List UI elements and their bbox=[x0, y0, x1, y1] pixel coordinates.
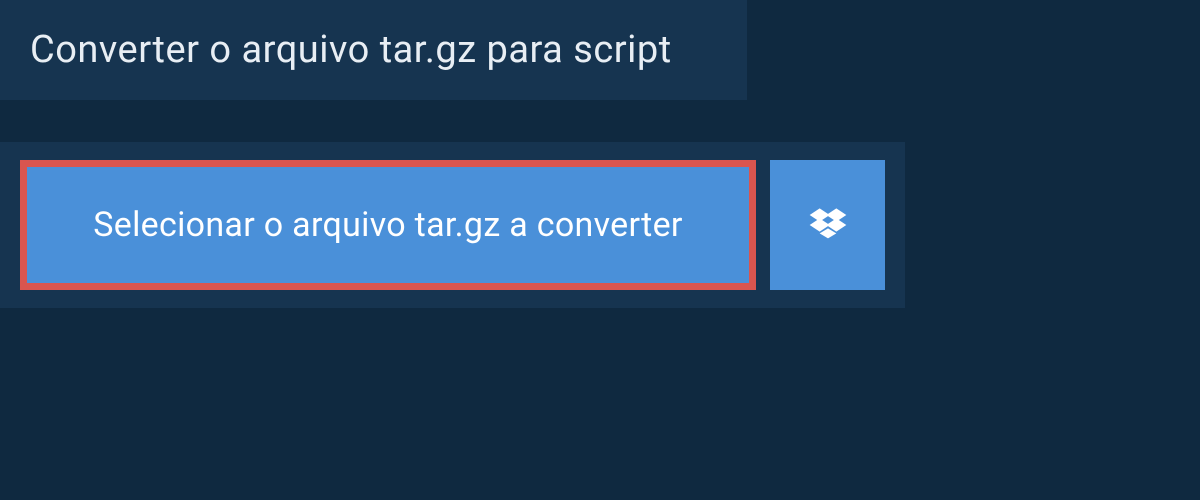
header-bar: Converter o arquivo tar.gz para script bbox=[0, 0, 747, 100]
upload-section: Selecionar o arquivo tar.gz a converter bbox=[0, 142, 905, 308]
select-file-button[interactable]: Selecionar o arquivo tar.gz a converter bbox=[20, 160, 756, 290]
page-title: Converter o arquivo tar.gz para script bbox=[30, 28, 717, 72]
converter-container: Converter o arquivo tar.gz para script S… bbox=[0, 0, 1200, 308]
dropbox-icon bbox=[808, 205, 848, 245]
dropbox-button[interactable] bbox=[770, 160, 885, 290]
